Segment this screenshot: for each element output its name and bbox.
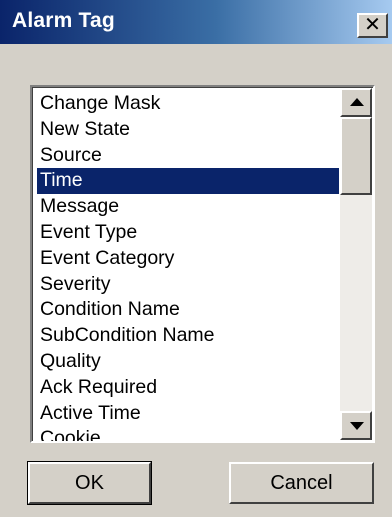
list-item-event-category[interactable]: Event Category: [37, 246, 339, 272]
arrow-up-icon: [350, 98, 364, 106]
list-item-message[interactable]: Message: [37, 194, 339, 220]
listbox-frame: Change Mask New State Source Time Messag…: [32, 87, 373, 441]
list-item-ack-required[interactable]: Ack Required: [37, 375, 339, 401]
arrow-down-icon: [350, 422, 364, 430]
list-item-quality[interactable]: Quality: [37, 349, 339, 375]
scroll-down-button[interactable]: [340, 411, 372, 440]
vertical-scrollbar[interactable]: [340, 88, 372, 440]
cancel-button[interactable]: Cancel: [229, 462, 374, 504]
ok-button[interactable]: OK: [27, 461, 152, 505]
tag-field-list[interactable]: Change Mask New State Source Time Messag…: [37, 91, 339, 441]
tag-field-listbox[interactable]: Change Mask New State Source Time Messag…: [30, 85, 375, 443]
list-item-cookie[interactable]: Cookie: [37, 426, 339, 441]
list-item-active-time[interactable]: Active Time: [37, 401, 339, 427]
scroll-thumb[interactable]: [340, 117, 372, 195]
list-item-condition-name[interactable]: Condition Name: [37, 297, 339, 323]
list-item-time[interactable]: Time: [37, 168, 339, 195]
list-item-severity[interactable]: Severity: [37, 272, 339, 298]
list-item-event-type[interactable]: Event Type: [37, 220, 339, 246]
list-item-subcondition-name[interactable]: SubCondition Name: [37, 323, 339, 349]
scroll-up-button[interactable]: [340, 88, 372, 117]
list-item-change-mask[interactable]: Change Mask: [37, 91, 339, 117]
window-title: Alarm Tag: [12, 9, 115, 32]
title-bar[interactable]: Alarm Tag ✕: [0, 0, 392, 44]
close-icon: ✕: [364, 14, 381, 36]
alarm-tag-dialog: Alarm Tag ✕ Change Mask New State Source…: [0, 0, 392, 517]
list-item-new-state[interactable]: New State: [37, 117, 339, 143]
close-button[interactable]: ✕: [357, 13, 388, 38]
list-item-source[interactable]: Source: [37, 143, 339, 169]
